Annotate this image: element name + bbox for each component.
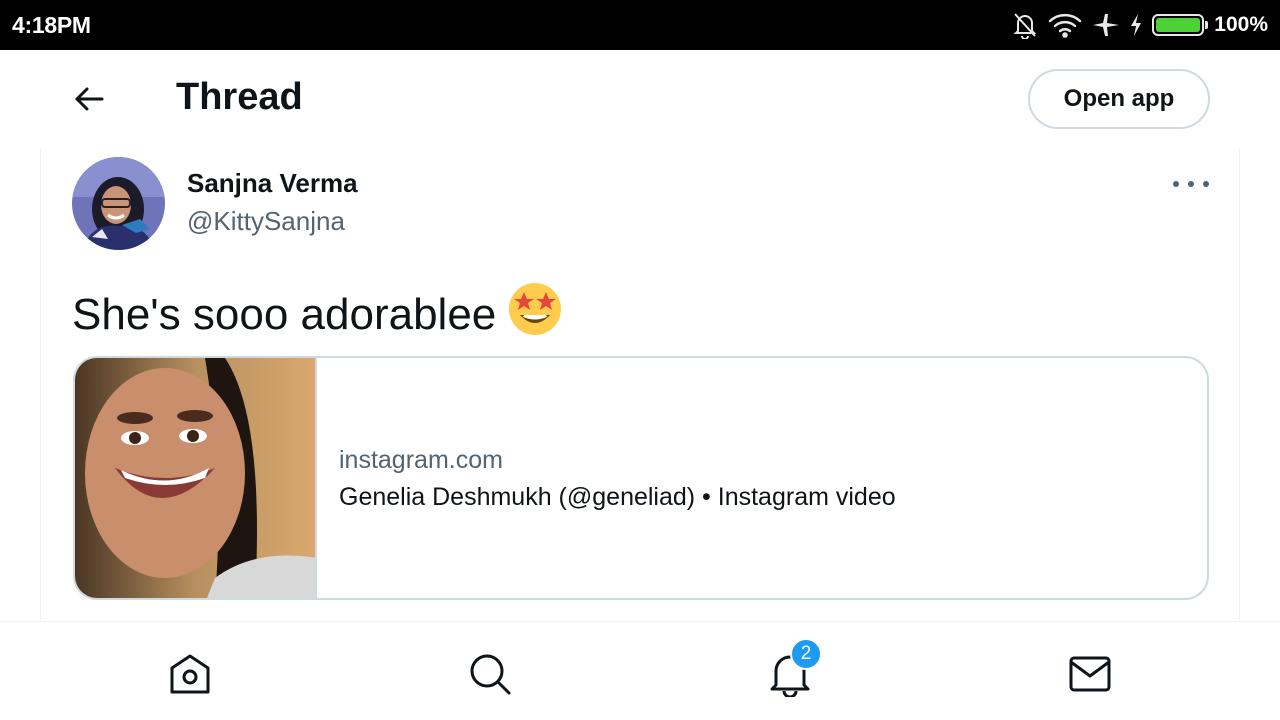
- battery-level: [1156, 18, 1201, 32]
- wifi-icon: [1048, 12, 1082, 38]
- nav-messages[interactable]: [1066, 650, 1114, 698]
- thread-column: Sanjna Verma @KittySanjna She's sooo ado…: [40, 148, 1240, 620]
- open-app-button[interactable]: Open app: [1028, 69, 1210, 129]
- more-options-button[interactable]: [1173, 174, 1209, 194]
- more-dot: [1188, 181, 1194, 187]
- bottom-nav: 2: [0, 621, 1280, 720]
- link-card-title: Genelia Deshmukh (@geneliad) • Instagram…: [339, 483, 896, 511]
- star-struck-emoji: [508, 282, 562, 347]
- nav-search[interactable]: [466, 650, 514, 698]
- status-icons: 100%: [1012, 10, 1268, 40]
- tweet-text: She's sooo adorablee: [72, 282, 562, 347]
- arrow-left-icon: [75, 87, 104, 111]
- status-time: 4:18PM: [12, 12, 91, 38]
- more-dot: [1203, 181, 1209, 187]
- bell-off-icon: [1012, 11, 1038, 39]
- search-icon: [470, 654, 511, 695]
- avatar[interactable]: [72, 157, 165, 250]
- link-card-domain: instagram.com: [339, 446, 503, 474]
- status-bar: 4:18PM 100%: [0, 0, 1280, 50]
- battery-percent: 100%: [1214, 13, 1268, 36]
- link-card[interactable]: instagram.com Genelia Deshmukh (@genelia…: [73, 356, 1209, 600]
- notification-badge: 2: [790, 638, 822, 670]
- home-icon: [170, 654, 210, 694]
- nav-home[interactable]: [166, 650, 214, 698]
- page-title: Thread: [176, 76, 303, 118]
- author-name[interactable]: Sanjna Verma: [187, 168, 358, 199]
- back-button[interactable]: [66, 78, 112, 120]
- link-card-thumbnail: [75, 358, 317, 598]
- battery-icon: [1152, 14, 1209, 36]
- header: Thread Open app: [0, 50, 1280, 148]
- tweet-text-content: She's sooo adorablee: [72, 289, 497, 339]
- more-horizontal-icon: [1173, 181, 1179, 187]
- charging-icon: [1130, 14, 1142, 36]
- airplane-icon: [1092, 12, 1120, 38]
- author-handle[interactable]: @KittySanjna: [187, 206, 345, 237]
- mail-icon: [1069, 656, 1111, 692]
